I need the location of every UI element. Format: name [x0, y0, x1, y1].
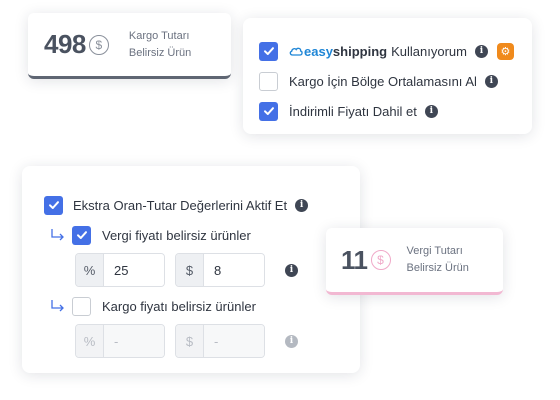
percent-prefix: % — [76, 325, 104, 357]
option-vergi: Vergi fiyatı belirsiz ürünler — [44, 220, 360, 250]
info-icon[interactable]: i — [474, 44, 488, 58]
shipping-options-card: easy shipping Kullanıyorum i ⚙ Kargo İçin… — [243, 18, 532, 134]
vergi-stat-label-line1: Vergi Tutarı — [406, 245, 463, 257]
kargo-amount-field[interactable]: $ - — [175, 324, 265, 358]
kargo-label: Kargo fiyatı belirsiz ürünler — [102, 298, 256, 314]
vergi-stat-label-line2: Belirsiz Ürün — [406, 262, 469, 274]
vergi-amount-field[interactable]: $ 8 — [175, 253, 265, 287]
check-icon — [263, 47, 274, 55]
info-icon[interactable]: i — [424, 104, 438, 118]
info-icon[interactable]: i — [484, 74, 498, 88]
easyshipping-logo: easy shipping — [289, 44, 387, 59]
dollar-prefix: $ — [176, 325, 204, 357]
easyshipping-checkbox[interactable] — [259, 41, 278, 61]
vergi-stat-label: Vergi Tutarı Belirsiz Ürün — [407, 243, 469, 277]
brand-shipping-text: shipping — [332, 43, 388, 59]
indirimli-label: İndirimli Fiyatı Dahil et — [289, 103, 417, 119]
option-easyshipping: easy shipping Kullanıyorum i ⚙ — [259, 36, 532, 66]
vergi-stat-card: 11 $ Vergi Tutarı Belirsiz Ürün — [326, 228, 503, 295]
kargo-count: 498 — [44, 29, 86, 59]
vergi-amount-input[interactable]: 8 — [204, 254, 264, 286]
extra-rates-card: Ekstra Oran-Tutar Değerlerini Aktif Et i… — [22, 166, 360, 373]
option-bolge: Kargo İçin Bölge Ortalamasını Al i — [259, 66, 532, 96]
extra-active-checkbox[interactable] — [44, 195, 63, 215]
kargo-inputs: % - $ - i — [75, 323, 360, 359]
vergi-count: 11 — [341, 244, 368, 275]
check-icon — [48, 201, 59, 209]
dollar-coin-icon: $ — [88, 34, 109, 55]
cloud-icon — [289, 47, 303, 56]
bolge-label: Kargo İçin Bölge Ortalamasını Al — [289, 73, 477, 89]
kargo-stat-label: Kargo Tutarı Belirsiz Ürün — [129, 28, 191, 62]
kargo-stat-label-line2: Belirsiz Ürün — [128, 46, 192, 59]
info-icon[interactable]: i — [285, 263, 298, 277]
vergi-checkbox[interactable] — [72, 225, 91, 245]
brand-easy-text: easy — [304, 43, 333, 59]
sub-arrow-icon — [51, 300, 64, 312]
option-indirimli: İndirimli Fiyatı Dahil et i — [259, 96, 532, 126]
vergi-inputs: % 25 $ 8 i — [75, 252, 360, 288]
sub-arrow-icon — [51, 229, 64, 241]
gear-icon[interactable]: ⚙ — [496, 42, 514, 60]
kargo-percent-field[interactable]: % - — [75, 324, 165, 358]
vergi-percent-field[interactable]: % 25 — [75, 253, 165, 287]
info-icon[interactable]: i — [285, 334, 298, 348]
bolge-checkbox[interactable] — [259, 71, 278, 91]
option-kargo: Kargo fiyatı belirsiz ürünler — [44, 291, 360, 321]
kargo-stat-label-line1: Kargo Tutarı — [128, 29, 190, 42]
info-icon[interactable]: i — [295, 198, 309, 212]
dollar-prefix: $ — [176, 254, 204, 286]
extra-active-label: Ekstra Oran-Tutar Değerlerini Aktif Et — [73, 197, 288, 213]
kargo-checkbox[interactable] — [72, 296, 91, 316]
vergi-label: Vergi fiyatı belirsiz ürünler — [102, 227, 251, 243]
indirimli-checkbox[interactable] — [259, 101, 278, 121]
check-icon — [76, 231, 87, 239]
kargo-stat-card: 498 $ Kargo Tutarı Belirsiz Ürün — [28, 13, 231, 79]
vergi-percent-input[interactable]: 25 — [104, 254, 164, 286]
option-extra-active: Ekstra Oran-Tutar Değerlerini Aktif Et i — [44, 190, 360, 220]
kargo-amount-input[interactable]: - — [204, 325, 264, 357]
easyshipping-label: Kullanıyorum — [391, 43, 467, 59]
kargo-percent-input[interactable]: - — [104, 325, 164, 357]
check-icon — [263, 107, 274, 115]
dollar-coin-icon: $ — [370, 250, 391, 270]
percent-prefix: % — [76, 254, 104, 286]
